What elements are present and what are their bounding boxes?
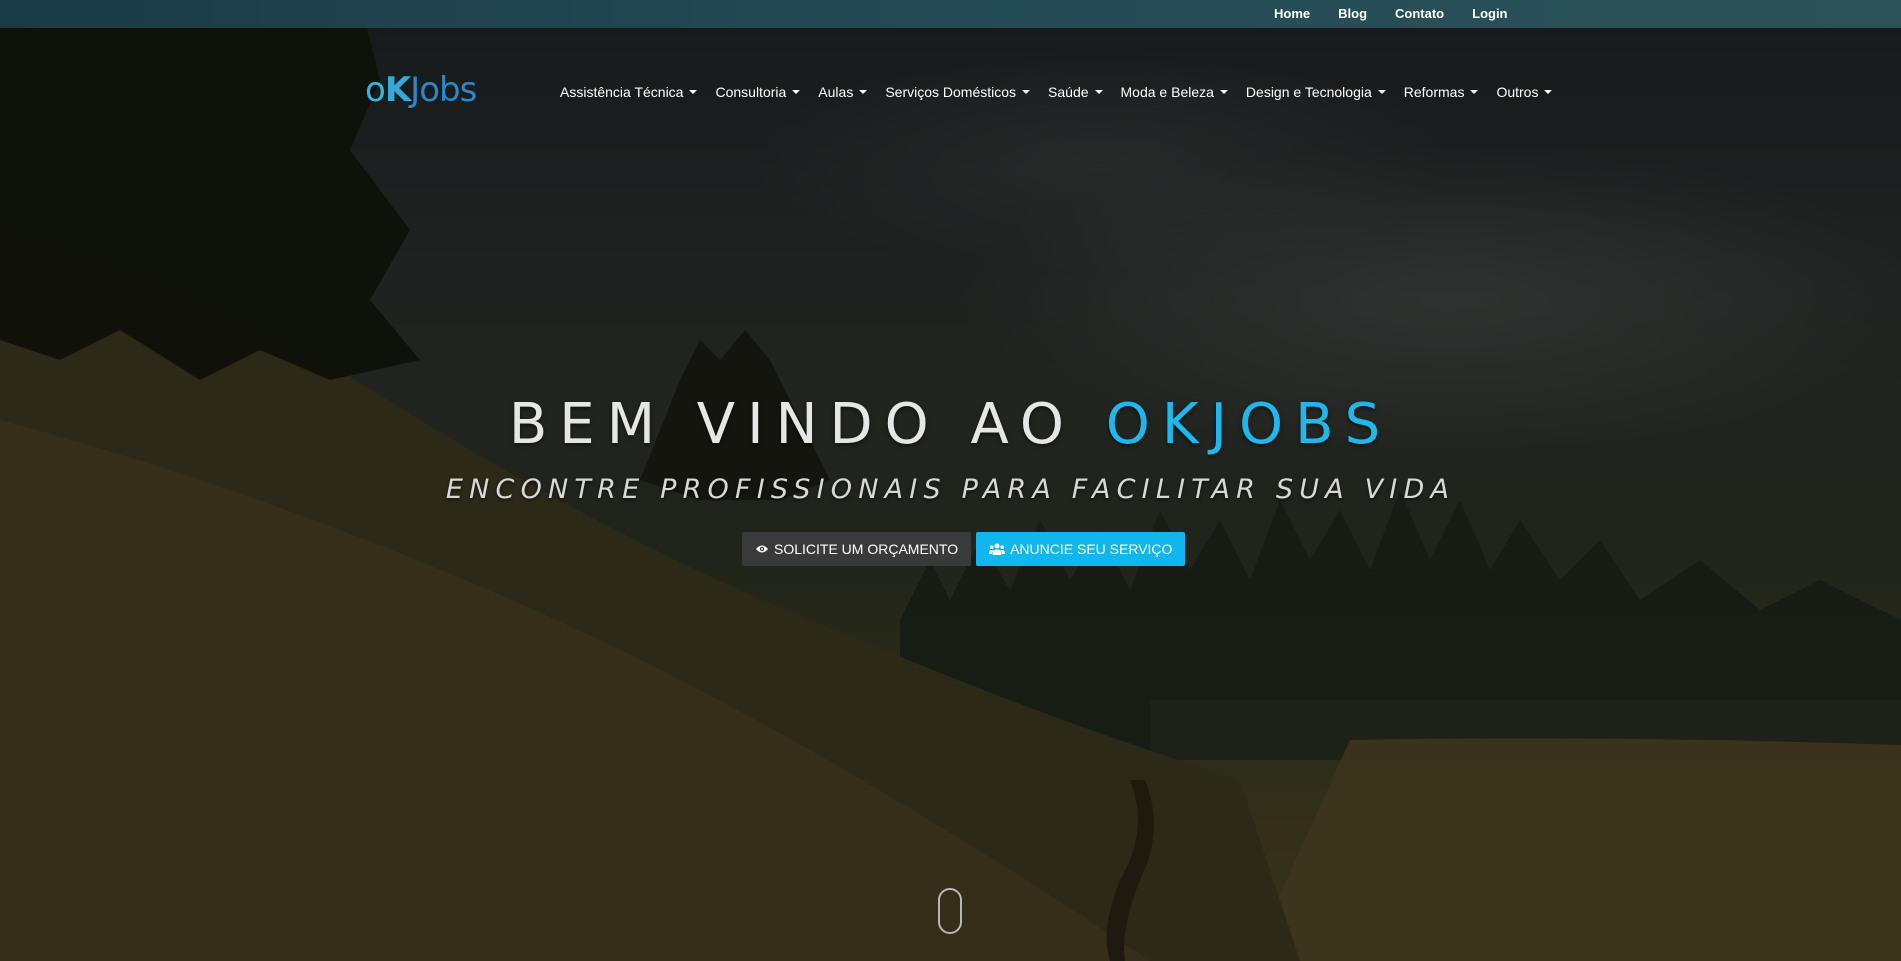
nav-item-outros[interactable]: Outros <box>1487 84 1561 100</box>
nav-item-label: Outros <box>1496 84 1539 100</box>
nav-item-label: Reformas <box>1403 84 1465 100</box>
mouse-scroll-icon[interactable] <box>938 888 962 934</box>
nav-item-label: Design e Tecnologia <box>1245 84 1372 100</box>
advertise-service-button[interactable]: ANUNCIE SEU SERVIÇO <box>976 532 1186 566</box>
nav-item-servicos-domesticos[interactable]: Serviços Domésticos <box>876 84 1039 100</box>
logo-jobs: Jobs <box>410 70 477 110</box>
nav-item-label: Moda e Beleza <box>1120 84 1214 100</box>
hero-title-accent: OKJOBS <box>1105 392 1393 457</box>
nav-item-saude[interactable]: Saúde <box>1039 84 1111 100</box>
nav-item-assistencia-tecnica[interactable]: Assistência Técnica <box>551 84 706 100</box>
caret-down-icon <box>689 90 698 94</box>
top-link-contato[interactable]: Contato <box>1381 0 1458 28</box>
page: Home Blog Contato Login oKJobs Assistênc… <box>0 0 1901 961</box>
nav-item-reformas[interactable]: Reformas <box>1395 84 1488 100</box>
caret-down-icon <box>1094 90 1103 94</box>
advertise-service-label: ANUNCIE SEU SERVIÇO <box>1010 541 1173 557</box>
caret-down-icon <box>859 90 868 94</box>
hero-buttons: SOLICITE UM ORÇAMENTO ANUNCIE SEU SERVIÇ… <box>742 532 1186 566</box>
okjobs-logo[interactable]: oKJobs <box>365 70 477 110</box>
caret-down-icon <box>1470 90 1479 94</box>
caret-down-icon <box>1544 90 1553 94</box>
logo-k: K <box>384 70 411 110</box>
request-quote-label: SOLICITE UM ORÇAMENTO <box>774 541 959 557</box>
hero-title-prefix: BEM VINDO AO <box>508 392 1106 457</box>
caret-down-icon <box>792 90 801 94</box>
eye-icon <box>756 545 768 553</box>
top-link-login[interactable]: Login <box>1458 0 1521 28</box>
caret-down-icon <box>1219 90 1228 94</box>
top-link-home[interactable]: Home <box>1260 0 1324 28</box>
top-link-blog[interactable]: Blog <box>1324 0 1381 28</box>
hero-subtitle: ENCONTRE PROFISSIONAIS PARA FACILITAR SU… <box>445 474 1456 505</box>
nav-item-aulas[interactable]: Aulas <box>809 84 876 100</box>
users-icon <box>989 543 1006 555</box>
nav-item-label: Serviços Domésticos <box>885 84 1017 100</box>
caret-down-icon <box>1022 90 1031 94</box>
request-quote-button[interactable]: SOLICITE UM ORÇAMENTO <box>742 532 972 566</box>
nav-item-label: Consultoria <box>715 84 787 100</box>
nav-item-label: Saúde <box>1048 84 1089 100</box>
nav-item-moda-e-beleza[interactable]: Moda e Beleza <box>1112 84 1237 100</box>
top-bar: Home Blog Contato Login <box>0 0 1901 28</box>
top-links: Home Blog Contato Login <box>1260 0 1522 28</box>
nav-item-design-e-tecnologia[interactable]: Design e Tecnologia <box>1237 84 1395 100</box>
nav-item-label: Aulas <box>818 84 854 100</box>
nav-item-consultoria[interactable]: Consultoria <box>706 84 809 100</box>
main-nav: Assistência Técnica Consultoria Aulas Se… <box>551 80 1561 104</box>
logo-o: o <box>365 70 386 110</box>
hero-title: BEM VINDO AO OKJOBS <box>0 390 1901 460</box>
caret-down-icon <box>1377 90 1386 94</box>
nav-item-label: Assistência Técnica <box>560 84 684 100</box>
